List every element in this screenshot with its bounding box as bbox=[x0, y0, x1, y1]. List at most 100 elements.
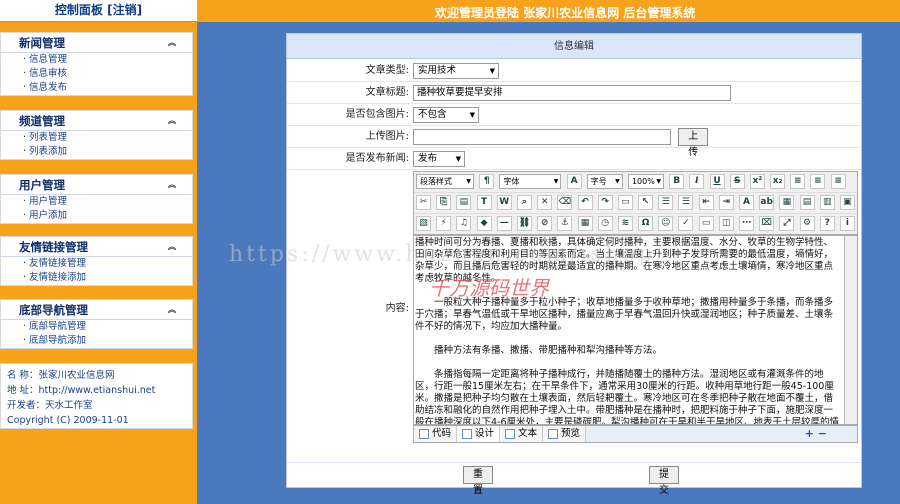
menu-item-link-manage[interactable]: 友情链接管理 bbox=[1, 257, 192, 271]
date-icon[interactable]: ▦ bbox=[577, 216, 593, 231]
has-image-select[interactable]: 不包含 ▼ bbox=[413, 107, 479, 123]
has-image-value: 不包含 bbox=[418, 109, 447, 120]
align-center-icon[interactable]: ≡ bbox=[810, 174, 826, 189]
zoom-select[interactable]: 100% ▼ bbox=[627, 174, 664, 189]
link-icon[interactable]: ⛓ bbox=[516, 216, 532, 231]
anchor-icon[interactable]: ⚓ bbox=[557, 216, 573, 231]
special-char-icon[interactable]: Ω bbox=[638, 216, 654, 231]
menu-item-list-manage[interactable]: 列表管理 bbox=[1, 131, 192, 145]
fullscreen-icon[interactable]: ⤢ bbox=[779, 216, 795, 231]
menu-item-footer-manage[interactable]: 底部导航管理 bbox=[1, 320, 192, 334]
undo-icon[interactable]: ↶ bbox=[577, 195, 593, 210]
flash-icon[interactable]: ⚡ bbox=[436, 216, 452, 231]
form-icon[interactable]: ▭ bbox=[698, 216, 714, 231]
menu-item-link-add[interactable]: 友情链接添加 bbox=[1, 271, 192, 285]
format-icon[interactable]: ¶ bbox=[479, 174, 495, 189]
emoticon-icon[interactable]: ☺ bbox=[658, 216, 674, 231]
bold-icon[interactable]: B bbox=[669, 174, 685, 189]
mode-preview-tab[interactable]: 预览 bbox=[543, 426, 587, 442]
mode-design-tab[interactable]: 设计 bbox=[457, 426, 501, 442]
copy-icon[interactable]: ⎘ bbox=[436, 195, 452, 210]
properties-icon[interactable]: ⚙ bbox=[799, 216, 815, 231]
menu-item-info-manage[interactable]: 信息管理 bbox=[1, 53, 192, 67]
iframe-icon[interactable]: ◫ bbox=[718, 216, 734, 231]
zoom-out-icon[interactable]: − bbox=[818, 427, 827, 440]
menu-item-info-publish[interactable]: 信息发布 bbox=[1, 81, 192, 95]
dropdown-arrow-icon: ▼ bbox=[466, 178, 471, 185]
help-icon[interactable]: ? bbox=[819, 216, 835, 231]
delete-icon[interactable]: ✕ bbox=[537, 195, 553, 210]
collapse-icon[interactable]: ︽ bbox=[168, 300, 176, 320]
media-icon[interactable]: ♫ bbox=[456, 216, 472, 231]
article-title-input[interactable]: 播种牧草要提早安排 bbox=[413, 85, 731, 101]
select-all-icon[interactable]: ▭ bbox=[617, 195, 633, 210]
zoom-in-icon[interactable]: + bbox=[805, 427, 814, 440]
align-left-icon[interactable]: ≡ bbox=[790, 174, 806, 189]
subscript-icon[interactable]: x₂ bbox=[770, 174, 786, 189]
paste-text-icon[interactable]: T bbox=[476, 195, 492, 210]
upload-button[interactable]: 上传 bbox=[678, 128, 709, 158]
font-size-select[interactable]: 字号 ▼ bbox=[586, 174, 623, 189]
menu-item-user-manage[interactable]: 用户管理 bbox=[1, 195, 192, 209]
insert-row-icon[interactable]: ▤ bbox=[799, 195, 815, 210]
marquee-icon[interactable]: ≋ bbox=[617, 216, 633, 231]
redo-icon[interactable]: ↷ bbox=[597, 195, 613, 210]
image-icon[interactable]: ▧ bbox=[416, 216, 431, 231]
insert-col-icon[interactable]: ▥ bbox=[819, 195, 835, 210]
bullet-list-icon[interactable]: ☰ bbox=[678, 195, 694, 210]
control-panel-title[interactable]: 控制面板 [注销] bbox=[0, 0, 197, 22]
menu-header[interactable]: 底部导航管理 ︽ bbox=[1, 300, 192, 320]
align-right-icon[interactable]: ≡ bbox=[830, 174, 846, 189]
collapse-icon[interactable]: ︽ bbox=[168, 111, 176, 131]
unlink-icon[interactable]: ⊘ bbox=[537, 216, 553, 231]
collapse-icon[interactable]: ︽ bbox=[168, 237, 176, 257]
spellcheck-icon[interactable]: ✓ bbox=[678, 216, 694, 231]
strikethrough-icon[interactable]: S bbox=[729, 174, 745, 189]
cut-icon[interactable]: ✂ bbox=[416, 195, 431, 210]
mode-code-tab[interactable]: 代码 bbox=[414, 426, 458, 442]
menu-header[interactable]: 新闻管理 ︽ bbox=[1, 33, 192, 53]
reset-button[interactable]: 重置 bbox=[463, 466, 493, 496]
underline-icon[interactable]: U bbox=[709, 174, 725, 189]
italic-icon[interactable]: I bbox=[689, 174, 705, 189]
font-name-select[interactable]: 字体 ▼ bbox=[499, 174, 562, 189]
superscript-icon[interactable]: x² bbox=[749, 174, 765, 189]
content-scrollbar[interactable] bbox=[844, 236, 857, 424]
paragraph-style-select[interactable]: 段落样式 ▼ bbox=[416, 174, 474, 189]
collapse-icon[interactable]: ︽ bbox=[168, 175, 176, 195]
numbered-list-icon[interactable]: ☰ bbox=[658, 195, 674, 210]
menu-item-list-add[interactable]: 列表添加 bbox=[1, 145, 192, 159]
paste-word-icon[interactable]: W bbox=[496, 195, 512, 210]
remove-format-icon[interactable]: ⌧ bbox=[759, 216, 775, 231]
table-icon[interactable]: ▦ bbox=[779, 195, 795, 210]
menu-item-user-add[interactable]: 用户添加 bbox=[1, 209, 192, 223]
upload-image-input[interactable] bbox=[413, 129, 671, 145]
file-icon[interactable]: ◆ bbox=[476, 216, 492, 231]
pointer-icon[interactable]: ↖ bbox=[638, 195, 654, 210]
paste-icon[interactable]: ▤ bbox=[456, 195, 472, 210]
hr-icon[interactable]: — bbox=[496, 216, 512, 231]
outdent-icon[interactable]: ⇤ bbox=[698, 195, 714, 210]
time-icon[interactable]: ◷ bbox=[597, 216, 613, 231]
menu-header[interactable]: 频道管理 ︽ bbox=[1, 111, 192, 131]
mode-text-tab[interactable]: 文本 bbox=[500, 426, 544, 442]
submit-button[interactable]: 提交 bbox=[649, 466, 679, 496]
font-size-value: 字号 bbox=[590, 177, 607, 186]
menu-item-footer-add[interactable]: 底部导航添加 bbox=[1, 334, 192, 348]
menu-header[interactable]: 用户管理 ︽ bbox=[1, 175, 192, 195]
menu-item-info-review[interactable]: 信息审核 bbox=[1, 67, 192, 81]
publish-select[interactable]: 发布 ▼ bbox=[413, 151, 465, 167]
find-icon[interactable]: ⌕ bbox=[516, 195, 532, 210]
indent-icon[interactable]: ⇥ bbox=[718, 195, 734, 210]
style-icon[interactable]: A bbox=[566, 174, 582, 189]
merge-cells-icon[interactable]: ▣ bbox=[839, 195, 855, 210]
eraser-icon[interactable]: ⌫ bbox=[557, 195, 573, 210]
text-color-icon[interactable]: A bbox=[739, 195, 754, 210]
info-icon[interactable]: i bbox=[839, 216, 855, 231]
design-icon bbox=[462, 428, 473, 439]
menu-header[interactable]: 友情链接管理 ︽ bbox=[1, 237, 192, 257]
collapse-icon[interactable]: ︽ bbox=[168, 33, 176, 53]
page-break-icon[interactable]: ⋯ bbox=[739, 216, 754, 231]
highlight-icon[interactable]: ab bbox=[759, 195, 775, 210]
article-type-select[interactable]: 实用技术 ▼ bbox=[413, 63, 499, 79]
